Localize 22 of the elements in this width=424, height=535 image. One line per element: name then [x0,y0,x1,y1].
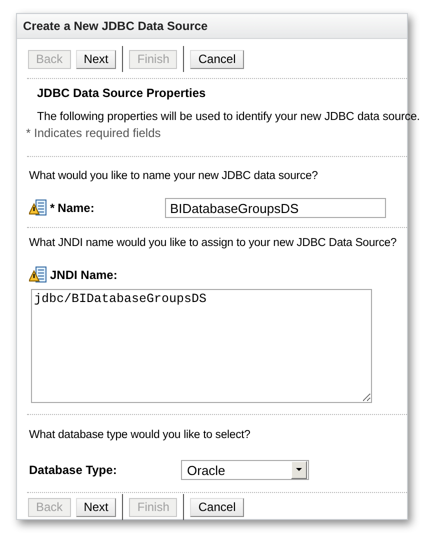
database-type-dropdown[interactable]: Oracle [181,460,309,480]
name-label: Name: [58,201,94,215]
wizard-button[interactable]: Cancel [190,50,244,68]
jndi-name-label: JNDI Name: [50,268,118,282]
section-heading: JDBC Data Source Properties [37,86,206,100]
dropdown-arrow-button[interactable] [291,461,307,479]
jndi-question: What JNDI name would you like to assign to your new JDBC Data Source? [29,237,397,249]
wizard-button[interactable]: Next [76,498,116,516]
caret-icon [296,468,302,471]
name-question: What would you like to name your new JDBC data source? [29,170,318,182]
wizard-button[interactable]: Cancel [190,498,244,516]
name-input-field[interactable]: BIDatabaseGroupsDS [165,198,386,218]
jndi-name-text-area[interactable]: jdbc/BIDatabaseGroupsDS [31,289,372,403]
wizard-button[interactable]: Next [76,50,116,68]
warning-document-icon [29,266,47,284]
section-description: The following properties will be used to identify your new JDBC data source. [37,110,420,123]
database-type-label: Database Type: [29,463,117,477]
required-fields-note: * Indicates required fields [26,126,161,140]
database-type-question: What database type would you like to select? [29,429,250,441]
window-title: Create a New JDBC Data Source [17,14,407,39]
warning-document-icon [29,199,47,217]
required-mark: * [50,201,55,215]
